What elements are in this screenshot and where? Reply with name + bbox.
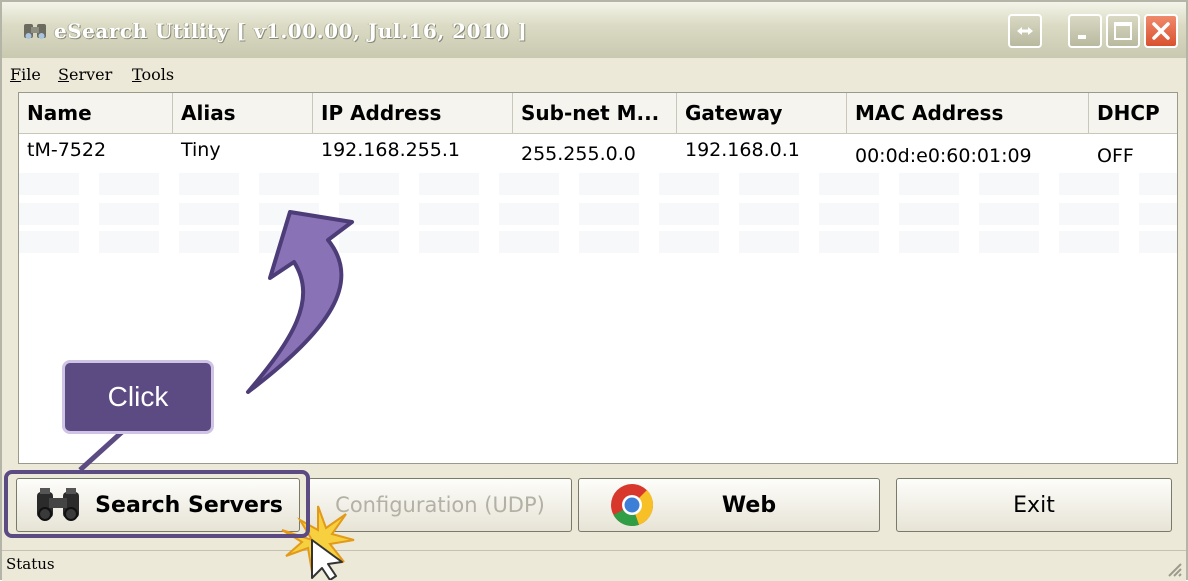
- configuration-udp-label: Configuration (UDP): [335, 493, 545, 517]
- maximize-icon[interactable]: [1106, 14, 1140, 48]
- column-header-dhcp[interactable]: DHCP: [1089, 93, 1177, 133]
- column-header-gateway[interactable]: Gateway: [677, 93, 847, 133]
- menu-bar: File Server Tools: [2, 60, 1186, 90]
- column-header-subnet[interactable]: Sub-net M...: [513, 93, 677, 133]
- faded-row: [19, 203, 1177, 225]
- status-bar: Status: [2, 550, 1186, 581]
- faded-row: [19, 231, 1177, 253]
- menu-tools[interactable]: Tools: [132, 65, 174, 84]
- status-text: Status: [6, 555, 55, 573]
- column-header-alias[interactable]: Alias: [173, 93, 313, 133]
- search-button-highlight: [4, 470, 310, 538]
- configuration-udp-button[interactable]: Configuration (UDP): [308, 478, 572, 532]
- cell-name: tM-7522: [27, 139, 107, 161]
- column-header-name[interactable]: Name: [19, 93, 173, 133]
- size-grip-icon[interactable]: [1164, 559, 1182, 577]
- exit-label: Exit: [1013, 492, 1055, 518]
- web-button[interactable]: Web: [578, 478, 880, 532]
- cell-dhcp: OFF: [1097, 145, 1134, 167]
- faded-row: [19, 173, 1177, 195]
- restore-arrows-icon[interactable]: [1008, 14, 1042, 48]
- minimize-icon[interactable]: [1068, 14, 1102, 48]
- window-title: eSearch Utility [ v1.00.00, Jul.16, 2010…: [54, 19, 528, 43]
- close-icon[interactable]: [1144, 14, 1178, 48]
- chrome-icon: [611, 484, 654, 527]
- cell-alias: Tiny: [181, 139, 221, 161]
- table-row[interactable]: tM-7522 Tiny 192.168.255.1 255.255.0.0 1…: [19, 139, 1177, 169]
- title-bar[interactable]: eSearch Utility [ v1.00.00, Jul.16, 2010…: [2, 2, 1186, 58]
- column-header-ip[interactable]: IP Address: [313, 93, 513, 133]
- list-header: Name Alias IP Address Sub-net M... Gatew…: [19, 93, 1177, 134]
- web-label: Web: [721, 492, 777, 518]
- column-header-mac[interactable]: MAC Address: [847, 93, 1089, 133]
- menu-file[interactable]: File: [10, 65, 41, 84]
- cell-subnet: 255.255.0.0: [521, 143, 636, 165]
- cell-ip: 192.168.255.1: [321, 139, 461, 161]
- app-icon: [24, 24, 46, 39]
- click-callout: Click: [62, 360, 214, 434]
- cell-mac: 00:0d:e0:60:01:09: [855, 145, 1032, 167]
- menu-server[interactable]: Server: [58, 65, 112, 84]
- exit-button[interactable]: Exit: [896, 478, 1172, 532]
- cell-gateway: 192.168.0.1: [685, 139, 800, 161]
